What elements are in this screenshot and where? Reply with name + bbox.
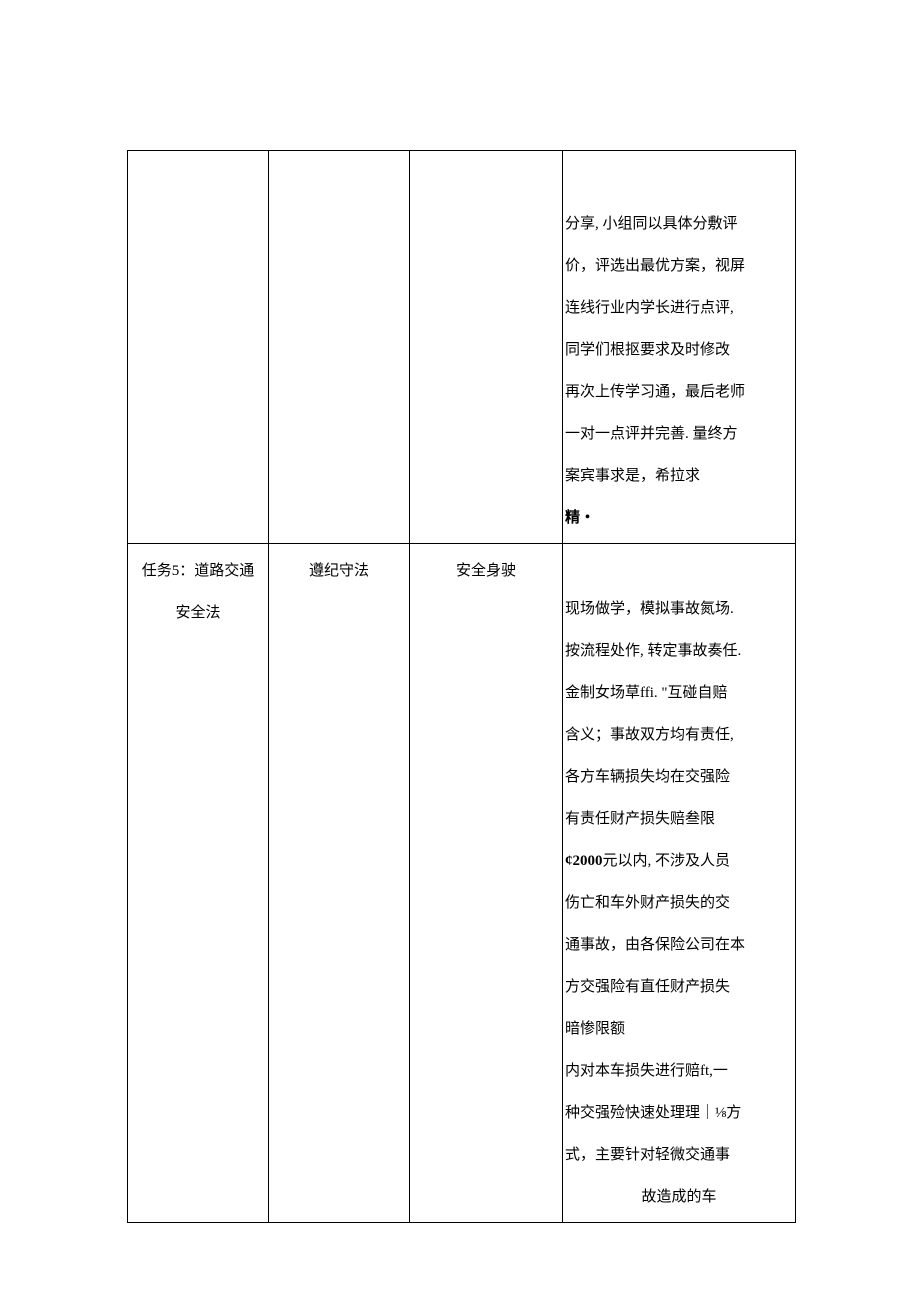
table-row: 任务5：道路交通 安全法 遵纪守法 安全身驶 现场做学，模拟事故氮场. 按流程处… — [128, 544, 796, 1223]
cell-content: 分享, 小组同以具体分敷评 价，评选出最优方案，视屏 连线行业内学长进行点评, … — [563, 151, 796, 544]
text-line-bold: 精・ — [565, 497, 793, 539]
col2-text: 遵纪守法 — [269, 550, 409, 592]
text-line: 含义；事故双方均有责任, — [565, 714, 793, 756]
cell-task — [128, 151, 269, 544]
text-line: 案宾事求是，希拉求 — [565, 455, 793, 497]
text-line: 一对一点评并完善. 量终方 — [565, 413, 793, 455]
text-line: ¢2000元以内, 不涉及人员 — [565, 840, 793, 882]
text-line: 内对本车损失进行赔ft,一 — [565, 1050, 793, 1092]
cell-col3 — [410, 151, 563, 544]
text-line: 分享, 小组同以具体分敷评 — [565, 203, 793, 245]
text-line: 再次上传学习通，最后老师 — [565, 371, 793, 413]
cell-content: 现场做学，模拟事故氮场. 按流程处作, 转定事故奏任. 金制女场草ffi. "互… — [563, 544, 796, 1223]
text-line: 故造成的车 — [565, 1176, 793, 1218]
text-line: 暗惨限额 — [565, 1008, 793, 1050]
text-line: 金制女场草ffi. "互碰自赔 — [565, 672, 793, 714]
table-row: 分享, 小组同以具体分敷评 价，评选出最优方案，视屏 连线行业内学长进行点评, … — [128, 151, 796, 544]
text-line: 通事故，由各保险公司在本 — [565, 924, 793, 966]
text-line: 各方车辆损失均在交强险 — [565, 756, 793, 798]
content-table: 分享, 小组同以具体分敷评 价，评选出最优方案，视屏 连线行业内学长进行点评, … — [127, 150, 796, 1223]
bold-amount: ¢2000 — [565, 853, 603, 869]
cell-task: 任务5：道路交通 安全法 — [128, 544, 269, 1223]
text-line: 现场做学，模拟事故氮场. — [565, 588, 793, 630]
text-line: 有责任财产损失赔叁限 — [565, 798, 793, 840]
cell-col3: 安全身驶 — [410, 544, 563, 1223]
text-line: 种交强殓快速处理理｜⅛方 — [565, 1092, 793, 1134]
col3-text: 安全身驶 — [410, 550, 562, 592]
text-line: 同学们根抠要求及时修改 — [565, 329, 793, 371]
task-title-line1: 任务5：道路交通 — [128, 550, 268, 592]
document-page: 分享, 小组同以具体分敷评 价，评选出最优方案，视屏 连线行业内学长进行点评, … — [127, 150, 787, 1223]
cell-col2: 遵纪守法 — [269, 544, 410, 1223]
task-title-line2: 安全法 — [128, 592, 268, 634]
text-line: 式，主要针对轻微交通事 — [565, 1134, 793, 1176]
text-after-bold: 元以内, 不涉及人员 — [603, 853, 731, 869]
text-line: 价，评选出最优方案，视屏 — [565, 245, 793, 287]
cell-col2 — [269, 151, 410, 544]
text-line: 伤亡和车外财产损失的交 — [565, 882, 793, 924]
text-line: 按流程处作, 转定事故奏任. — [565, 630, 793, 672]
text-line: 连线行业内学长进行点评, — [565, 287, 793, 329]
text-line: 方交强险有直任财产损失 — [565, 966, 793, 1008]
